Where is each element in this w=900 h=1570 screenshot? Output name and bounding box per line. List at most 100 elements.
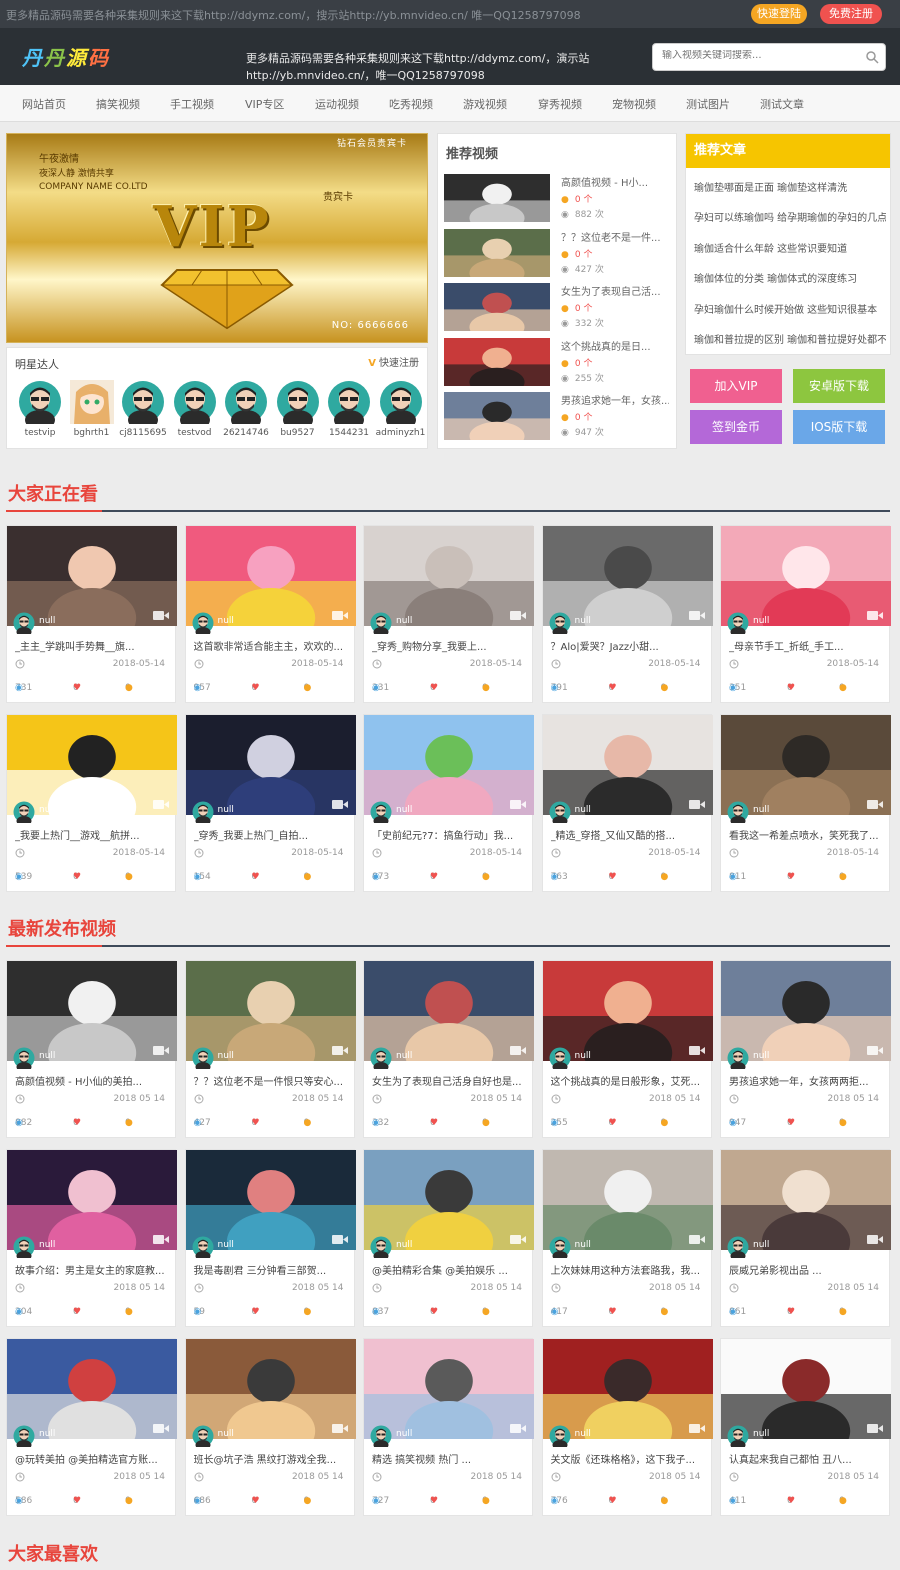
star-user-1[interactable]: testvip (15, 380, 65, 438)
video-title[interactable]: _精选_穿搭_又仙又酷的搭... (551, 827, 707, 842)
video-thumbnail[interactable] (364, 715, 534, 815)
video-card[interactable]: null 认真起来我自己都怕 丑八... 2018 05 14 411 ◉ 0 … (720, 1338, 891, 1516)
heart-icon[interactable]: ♥ (609, 683, 617, 693)
video-card[interactable]: null 我是毒剧君 三分钟看三部贺... 2018 05 14 59 ◉ 0 … (184, 1149, 356, 1327)
heart-icon[interactable]: ♥ (252, 1307, 260, 1317)
video-title[interactable]: _穿秀_购物分享_我要上... (372, 638, 528, 653)
star-user-4[interactable]: testvod (170, 380, 220, 438)
video-card[interactable]: null 故事介绍：男主是女主的家庭教... 2018 05 14 204 ◉ … (6, 1149, 177, 1327)
android-download-button[interactable]: 安卓版下载 (793, 369, 885, 403)
uploader-avatar[interactable] (370, 801, 392, 826)
nav-fashion[interactable]: 穿秀视频 (538, 96, 582, 112)
heart-icon[interactable]: ♥ (252, 683, 260, 693)
video-card[interactable]: null 高颜值视频 - H小仙的美拍... 2018 05 14 882 ◉ … (6, 960, 177, 1138)
heart-icon[interactable]: ♥ (787, 1118, 795, 1128)
video-card[interactable]: null 班长@坑子浩 黑纹打游戏全我... 2018 05 14 686 ◉ … (184, 1338, 356, 1516)
uploader-avatar[interactable] (727, 801, 749, 826)
video-card[interactable]: null _母亲节手工_折纸_手工... 2018-05-14 351 ◉ 0 … (720, 525, 891, 703)
video-card[interactable]: null _穿秀_购物分享_我要上... 2018-05-14 231 ◉ 0 … (363, 525, 534, 703)
article-link[interactable]: 瑜伽垫哪面是正面 瑜伽垫这样清洗 (694, 179, 886, 194)
video-card[interactable]: null ？Alo|爱哭？Jazz小甜... 2018-05-14 791 ◉ … (541, 525, 713, 703)
uploader-avatar[interactable] (370, 1425, 392, 1450)
video-title[interactable]: 男孩追求她一年，女孩两两拒... (729, 1073, 885, 1088)
video-thumbnail[interactable] (7, 1339, 177, 1439)
uploader-avatar[interactable] (192, 1236, 214, 1261)
video-thumbnail[interactable] (364, 526, 534, 626)
video-card[interactable]: null _穿秀_我要上热门_自拍... 2018-05-14 154 ◉ 0 … (184, 714, 356, 892)
star-user-2[interactable]: bghrth1 (67, 380, 117, 438)
video-title[interactable]: ？Alo|爱哭？Jazz小甜... (551, 638, 707, 653)
video-title[interactable]: 这个挑战真的是日般形象，艾死... (551, 1073, 707, 1088)
video-title[interactable]: @美拍精彩合集 @美拍娱乐 ... (372, 1262, 528, 1277)
vip-banner[interactable]: 钻石会员贵宾卡 午夜激情 夜深人静 激情共享 COMPANY NAME CO.LT… (6, 133, 428, 343)
heart-icon[interactable]: ♥ (73, 872, 81, 882)
heart-icon[interactable]: ♥ (73, 683, 81, 693)
heart-icon[interactable]: ♥ (609, 1118, 617, 1128)
video-thumbnail[interactable] (721, 526, 891, 626)
video-title[interactable]: 精选 搞笑视频 热门 ... (372, 1451, 528, 1466)
uploader-avatar[interactable] (549, 612, 571, 637)
video-thumbnail[interactable] (721, 1339, 891, 1439)
heart-icon[interactable]: ♥ (252, 1118, 260, 1128)
video-title[interactable]: 看我这一希差点喷水，笑死我了... (729, 827, 885, 842)
video-title[interactable]: _主主_学跳叫手势舞__旗... (15, 638, 171, 653)
video-title[interactable]: 男孩追求她一年，女孩... (561, 392, 669, 407)
video-title[interactable]: @玩转美拍 @美拍精选官方账... (15, 1451, 171, 1466)
heart-icon[interactable]: ♥ (73, 1118, 81, 1128)
nav-vip[interactable]: VIP专区 (245, 96, 284, 112)
uploader-avatar[interactable] (727, 1236, 749, 1261)
uploader-avatar[interactable] (13, 1425, 35, 1450)
article-link[interactable]: 瑜伽体位的分类 瑜伽体式的深度练习 (694, 270, 886, 285)
uploader-avatar[interactable] (370, 1236, 392, 1261)
video-card[interactable]: null 「史前纪元?7：搞鱼行动」我... 2018-05-14 873 ◉ … (363, 714, 534, 892)
video-thumbnail[interactable] (364, 1339, 534, 1439)
free-register-button[interactable]: 免费注册 (820, 4, 882, 24)
video-card[interactable]: null _主主_学跳叫手势舞__旗... 2018-05-14 731 ◉ 0… (6, 525, 177, 703)
video-card[interactable]: null 这首歌非常适合能主主，欢欢的... 2018-05-14 957 ◉ … (184, 525, 356, 703)
join-vip-button[interactable]: 加入VIP (690, 369, 782, 403)
video-card[interactable]: null 关文版《还珠格格》，这下我子... 2018 05 14 776 ◉ … (541, 1338, 713, 1516)
article-link[interactable]: 瑜伽适合什么年龄 这些常识要知道 (694, 240, 886, 255)
heart-icon[interactable]: ♥ (252, 1496, 260, 1506)
video-thumbnail[interactable] (444, 337, 550, 397)
heart-icon[interactable]: ♥ (787, 872, 795, 882)
video-thumbnail[interactable] (542, 961, 713, 1061)
uploader-avatar[interactable] (549, 1425, 571, 1450)
video-card[interactable]: null @玩转美拍 @美拍精选官方账... 2018 05 14 586 ◉ … (6, 1338, 177, 1516)
star-user-7[interactable]: 1544231 (324, 380, 374, 438)
video-title[interactable]: 这首歌非常适合能主主，欢欢的... (194, 638, 350, 653)
recommended-video-item[interactable]: 高颜值视频 - H小... ● 0 个 ◉ 882 次 (444, 174, 670, 233)
uploader-avatar[interactable] (192, 1425, 214, 1450)
video-title[interactable]: 高颜值视频 - H小... (561, 174, 669, 189)
video-thumbnail[interactable] (444, 283, 550, 342)
nav-funny[interactable]: 搞笑视频 (96, 96, 140, 112)
video-title[interactable]: 上次妹妹用这种方法套路我，我... (551, 1262, 707, 1277)
nav-games[interactable]: 游戏视频 (463, 96, 507, 112)
heart-icon[interactable]: ♥ (609, 1496, 617, 1506)
nav-test-images[interactable]: 测试图片 (686, 96, 730, 112)
uploader-avatar[interactable] (370, 1047, 392, 1072)
article-link[interactable]: 瑜伽和普拉提的区别 瑜伽和普拉提好处都不少 (694, 331, 886, 346)
uploader-avatar[interactable] (13, 801, 35, 826)
recommended-video-item[interactable]: 男孩追求她一年，女孩... ● 0 个 ◉ 947 次 (444, 392, 670, 451)
uploader-avatar[interactable] (192, 1047, 214, 1072)
heart-icon[interactable]: ♥ (430, 872, 438, 882)
video-thumbnail[interactable] (185, 1150, 356, 1250)
video-card[interactable]: null 辰威兄弟影视出品 ... 2018 05 14 861 ◉ 0 ♥ 0… (720, 1149, 891, 1327)
star-quick-register[interactable]: V 快速注册 (368, 354, 419, 369)
video-card[interactable]: null 精选 搞笑视频 热门 ... 2018 05 14 727 ◉ 0 ♥… (363, 1338, 534, 1516)
video-card[interactable]: null ？？这位老不是一件恨只等安心... 2018 05 14 427 ◉ … (184, 960, 356, 1138)
video-title[interactable]: _我要上热门__游戏__航拼... (15, 827, 171, 842)
star-user-6[interactable]: bu9527 (273, 380, 323, 438)
nav-pets[interactable]: 宠物视频 (612, 96, 656, 112)
video-thumbnail[interactable] (721, 1150, 891, 1250)
uploader-avatar[interactable] (13, 1236, 35, 1261)
video-title[interactable]: ？？这位老不是一件恨只等安心... (194, 1073, 350, 1088)
video-card[interactable]: null 女生为了表现自己活身自好也是... 2018 05 14 332 ◉ … (363, 960, 534, 1138)
sign-coins-button[interactable]: 签到金币 (690, 410, 782, 444)
video-thumbnail[interactable] (542, 1150, 713, 1250)
heart-icon[interactable]: ♥ (609, 1307, 617, 1317)
video-card[interactable]: null @美拍精彩合集 @美拍娱乐 ... 2018 05 14 837 ◉ … (363, 1149, 534, 1327)
video-thumbnail[interactable] (185, 1339, 356, 1439)
recommended-video-item[interactable]: 女生为了表现自己活... ● 0 个 ◉ 332 次 (444, 283, 670, 342)
